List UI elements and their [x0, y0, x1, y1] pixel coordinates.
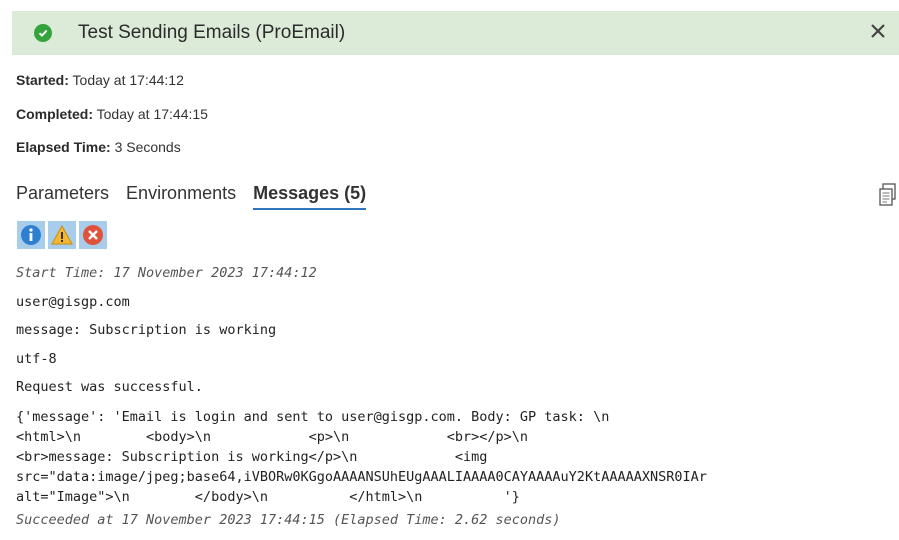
elapsed-value: 3 Seconds — [114, 139, 181, 155]
started-value: Today at 17:44:12 — [72, 72, 184, 88]
response-line: alt="Image">\n </body>\n </html>\n '} — [16, 488, 520, 505]
elapsed-label: Elapsed Time: — [16, 139, 111, 155]
tab-environments[interactable]: Environments — [126, 180, 236, 210]
response-line: <br>message: Subscription is working</p>… — [16, 448, 488, 465]
warning-filter-button[interactable] — [48, 221, 76, 249]
messages-panel: Start Time: 17 November 2023 17:44:12 us… — [16, 259, 899, 533]
message-filters — [17, 221, 110, 249]
result-header: Test Sending Emails (ProEmail) — [12, 11, 899, 55]
copy-icon[interactable] — [878, 183, 898, 207]
error-icon — [83, 225, 103, 245]
completed-row: Completed: Today at 17:44:15 — [16, 106, 208, 122]
completed-value: Today at 17:44:15 — [96, 106, 208, 122]
start-time-message: Start Time: 17 November 2023 17:44:12 — [16, 265, 317, 281]
elapsed-row: Elapsed Time: 3 Seconds — [16, 139, 181, 155]
message-line: user@gisgp.com — [16, 293, 130, 310]
tab-messages[interactable]: Messages (5) — [253, 180, 367, 210]
completed-label: Completed: — [16, 106, 93, 122]
message-line: Request was successful. — [16, 379, 203, 395]
response-message: {'message': 'Email is login and sent to … — [16, 402, 899, 507]
succeeded-message: Succeeded at 17 November 2023 17:44:15 (… — [16, 511, 561, 528]
started-label: Started: — [16, 72, 69, 88]
close-icon[interactable] — [867, 20, 889, 42]
response-line: <html>\n <body>\n <p>\n <br></p>\n — [16, 428, 529, 445]
tab-parameters[interactable]: Parameters — [16, 180, 109, 210]
message-line: utf-8 — [16, 350, 57, 367]
success-check-icon — [34, 24, 52, 42]
tab-bar: Parameters Environments Messages (5) — [16, 180, 383, 212]
error-filter-button[interactable] — [79, 221, 107, 249]
response-line: src="data:image/jpeg;base64,iVBORw0KGgoA… — [16, 468, 707, 485]
tool-title: Test Sending Emails (ProEmail) — [78, 22, 346, 43]
started-row: Started: Today at 17:44:12 — [16, 72, 184, 88]
info-icon — [21, 225, 41, 245]
warning-icon — [51, 224, 73, 245]
response-line: {'message': 'Email is login and sent to … — [16, 408, 610, 425]
info-filter-button[interactable] — [17, 221, 45, 249]
message-line: message: Subscription is working — [16, 322, 277, 338]
